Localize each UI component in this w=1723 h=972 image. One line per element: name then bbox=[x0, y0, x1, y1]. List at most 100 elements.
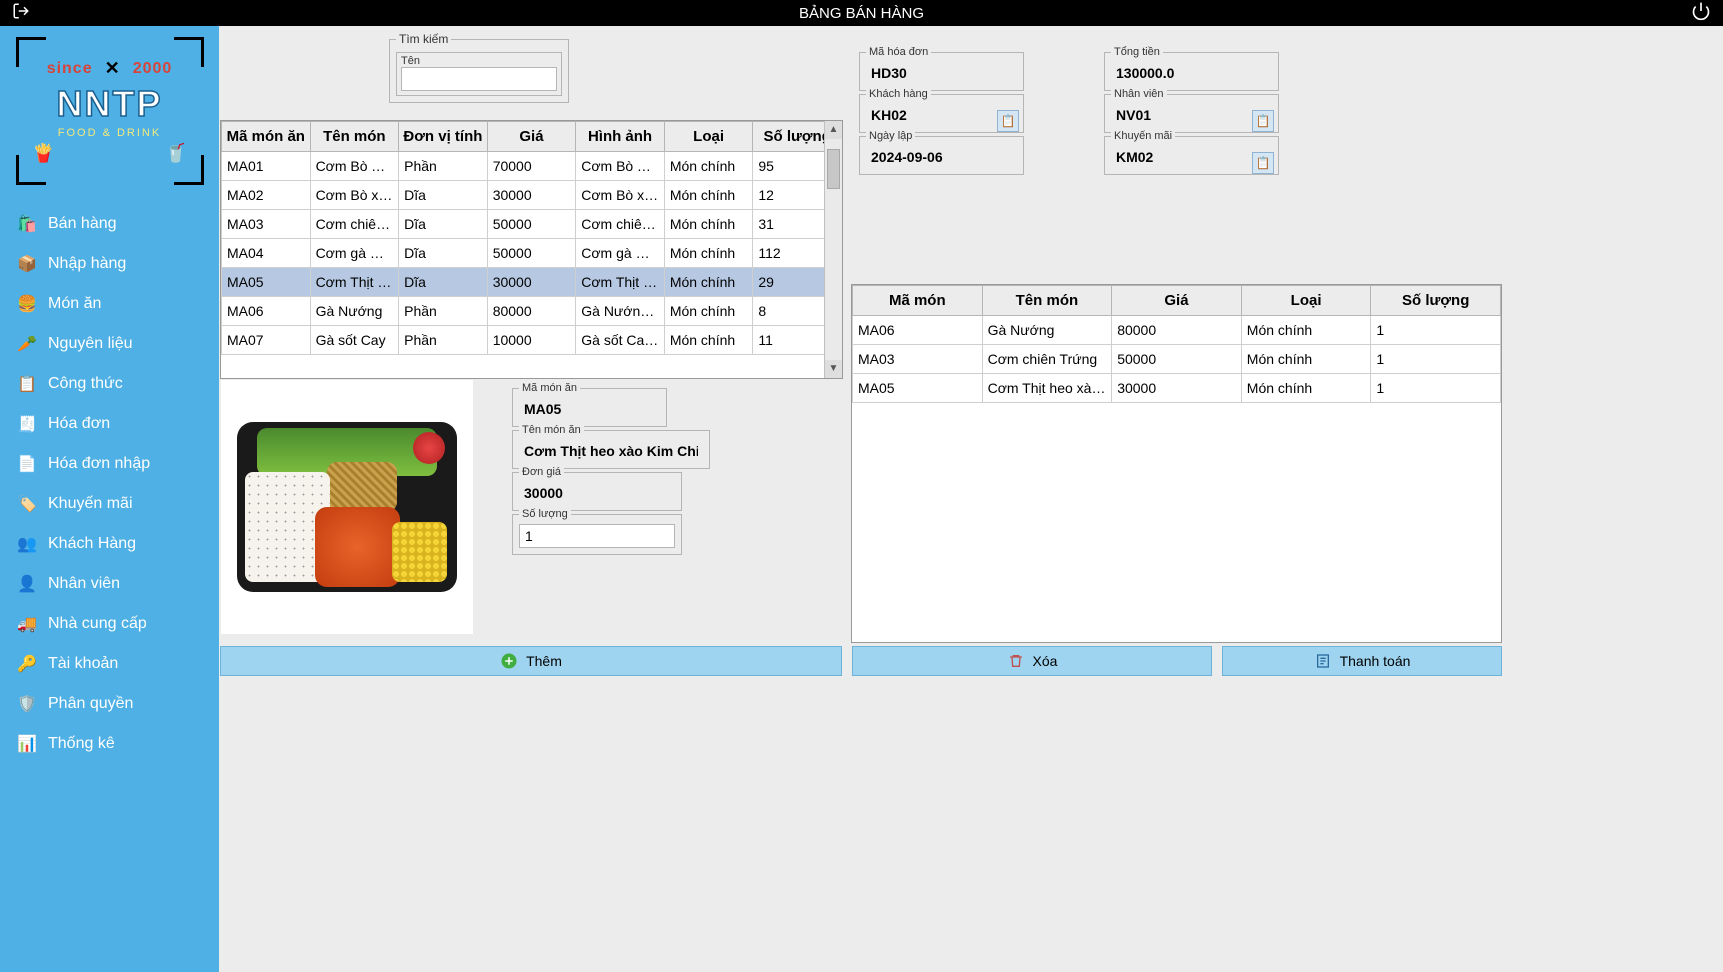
table-row[interactable]: MA04Cơm gà Sốt ...Dĩa50000Cơm gà Sốt ...… bbox=[222, 239, 842, 268]
nav-label: Khuyến mãi bbox=[48, 495, 133, 513]
cell: Phần bbox=[399, 152, 488, 181]
utensils-icon: ✕ bbox=[105, 58, 121, 79]
cell: Cơm Bò xào ... bbox=[310, 181, 399, 210]
sidebar-item-10[interactable]: 🚚Nhà cung cấp bbox=[0, 604, 219, 644]
detail-qty-label: Số lượng bbox=[519, 508, 571, 520]
cell: Cơm Bò Trứ... bbox=[576, 152, 665, 181]
cell: Cơm gà Sốt ... bbox=[310, 239, 399, 268]
menu-table[interactable]: Mã món ănTên mónĐơn vị tínhGiáHình ảnhLo… bbox=[220, 120, 843, 379]
cell: 1 bbox=[1371, 374, 1501, 403]
cell: 80000 bbox=[1112, 316, 1242, 345]
invoice-id-label: Mã hóa đơn bbox=[866, 46, 931, 58]
detail-name-field bbox=[519, 440, 703, 462]
sidebar-item-13[interactable]: 📊 Thống kê bbox=[0, 724, 219, 764]
sidebar-item-0[interactable]: 🛍️Bán hàng bbox=[0, 204, 219, 244]
sidebar-item-12[interactable]: 🛡️ Phân quyền bbox=[0, 684, 219, 724]
staff-picker-button[interactable]: 📋 bbox=[1252, 110, 1274, 132]
nav-label: Nhà cung cấp bbox=[48, 615, 147, 633]
cell: Cơm Bò Trứ... bbox=[310, 152, 399, 181]
sidebar-item-2[interactable]: 🍔Món ăn bbox=[0, 284, 219, 324]
search-group: Tìm kiếm Tên bbox=[389, 32, 569, 103]
search-input[interactable] bbox=[401, 67, 557, 91]
sidebar-item-5[interactable]: 🧾Hóa đơn bbox=[0, 404, 219, 444]
main-panel: Tìm kiếm Tên Mã hóa đơn Tổng tiền Khách … bbox=[219, 26, 1723, 972]
staff-label: Nhân viên bbox=[1111, 88, 1167, 100]
detail-price-label: Đơn giá bbox=[519, 466, 564, 478]
power-icon[interactable] bbox=[1691, 1, 1711, 26]
checkout-button-label: Thanh toán bbox=[1340, 653, 1411, 669]
sidebar-item-3[interactable]: 🥕Nguyên liệu bbox=[0, 324, 219, 364]
detail-qty-input[interactable] bbox=[519, 524, 675, 548]
cell: Cơm Bò xào ... bbox=[576, 181, 665, 210]
cell: Gà Nướng bbox=[982, 316, 1112, 345]
nav-icon: 📊 bbox=[16, 733, 38, 755]
table-row[interactable]: MA03Cơm chiên Trứng50000Món chính1 bbox=[853, 345, 1501, 374]
sidebar-item-11[interactable]: 🔑Tài khoản bbox=[0, 644, 219, 684]
date-field bbox=[866, 146, 1017, 168]
nav-label: Phân quyền bbox=[48, 695, 133, 713]
scroll-down-icon[interactable]: ▼ bbox=[825, 360, 842, 378]
column-header[interactable]: Giá bbox=[1112, 286, 1242, 316]
cell: Cơm chiên T... bbox=[576, 210, 665, 239]
column-header[interactable]: Mã món ăn bbox=[222, 122, 311, 152]
nav-icon: 🛡️ bbox=[16, 693, 38, 715]
cell: Phần bbox=[399, 297, 488, 326]
date-label: Ngày lập bbox=[866, 130, 915, 142]
cell: 30000 bbox=[1112, 374, 1242, 403]
cell: Gà Nướng.jpg bbox=[576, 297, 665, 326]
cell: Món chính bbox=[664, 210, 753, 239]
checkout-button[interactable]: Thanh toán bbox=[1222, 646, 1502, 676]
total-field bbox=[1111, 62, 1272, 84]
cell: Món chính bbox=[664, 239, 753, 268]
cell: Món chính bbox=[664, 181, 753, 210]
column-header[interactable]: Mã món bbox=[853, 286, 983, 316]
cell: 50000 bbox=[1112, 345, 1242, 374]
promo-picker-button[interactable]: 📋 bbox=[1252, 152, 1274, 174]
sidebar-item-9[interactable]: 👤Nhân viên bbox=[0, 564, 219, 604]
column-header[interactable]: Giá bbox=[487, 122, 576, 152]
cell: MA05 bbox=[222, 268, 311, 297]
sidebar: since ✕ 2000 NNTP FOOD & DRINK 🍟🥤 🛍️Bán … bbox=[0, 26, 219, 972]
cell: Dĩa bbox=[399, 181, 488, 210]
nav-label: Thống kê bbox=[48, 735, 115, 753]
exit-icon[interactable] bbox=[12, 2, 30, 25]
table-row[interactable]: MA06Gà NướngPhần80000Gà Nướng.jpgMón chí… bbox=[222, 297, 842, 326]
table-row[interactable]: MA02Cơm Bò xào ...Dĩa30000Cơm Bò xào ...… bbox=[222, 181, 842, 210]
sidebar-item-4[interactable]: 📋Công thức bbox=[0, 364, 219, 404]
table-row[interactable]: MA05Cơm Thịt heo xào ...30000Món chính1 bbox=[853, 374, 1501, 403]
scroll-up-icon[interactable]: ▲ bbox=[825, 121, 842, 139]
sidebar-item-8[interactable]: 👥Khách Hàng bbox=[0, 524, 219, 564]
table-row[interactable]: MA01Cơm Bò Trứ...Phần70000Cơm Bò Trứ...M… bbox=[222, 152, 842, 181]
menu-scrollbar[interactable]: ▲ ▼ bbox=[824, 121, 842, 378]
sidebar-item-6[interactable]: 📄Hóa đơn nhập bbox=[0, 444, 219, 484]
cell: MA07 bbox=[222, 326, 311, 355]
table-row[interactable]: MA06Gà Nướng80000Món chính1 bbox=[853, 316, 1501, 345]
cell: 80000 bbox=[487, 297, 576, 326]
add-button[interactable]: Thêm bbox=[220, 646, 842, 676]
column-header[interactable]: Tên món bbox=[310, 122, 399, 152]
nav-icon: 🍔 bbox=[16, 293, 38, 315]
column-header[interactable]: Đơn vị tính bbox=[399, 122, 488, 152]
nav-label: Khách Hàng bbox=[48, 535, 136, 553]
cell: Gà Nướng bbox=[310, 297, 399, 326]
customer-picker-button[interactable]: 📋 bbox=[997, 110, 1019, 132]
table-row[interactable]: MA07Gà sốt CayPhần10000Gà sốt Cay.jpgMón… bbox=[222, 326, 842, 355]
delete-button-label: Xóa bbox=[1033, 653, 1058, 669]
customer-field bbox=[866, 104, 1017, 126]
column-header[interactable]: Tên món bbox=[982, 286, 1112, 316]
scroll-thumb[interactable] bbox=[827, 149, 840, 189]
order-table[interactable]: Mã mónTên mónGiáLoạiSố lượngMA06Gà Nướng… bbox=[851, 284, 1502, 643]
column-header[interactable]: Loại bbox=[1241, 286, 1371, 316]
cell: Món chính bbox=[664, 268, 753, 297]
table-row[interactable]: MA05Cơm Thịt he...Dĩa30000Cơm Thịt he ..… bbox=[222, 268, 842, 297]
column-header[interactable]: Số lượng bbox=[1371, 286, 1501, 316]
table-row[interactable]: MA03Cơm chiên T...Dĩa50000Cơm chiên T...… bbox=[222, 210, 842, 239]
sidebar-item-7[interactable]: 🏷️Khuyến mãi bbox=[0, 484, 219, 524]
delete-button[interactable]: Xóa bbox=[852, 646, 1212, 676]
sidebar-item-1[interactable]: 📦Nhập hàng bbox=[0, 244, 219, 284]
nav-icon: 🔑 bbox=[16, 653, 38, 675]
cell: MA05 bbox=[853, 374, 983, 403]
cell: MA03 bbox=[222, 210, 311, 239]
column-header[interactable]: Hình ảnh bbox=[576, 122, 665, 152]
column-header[interactable]: Loại bbox=[664, 122, 753, 152]
